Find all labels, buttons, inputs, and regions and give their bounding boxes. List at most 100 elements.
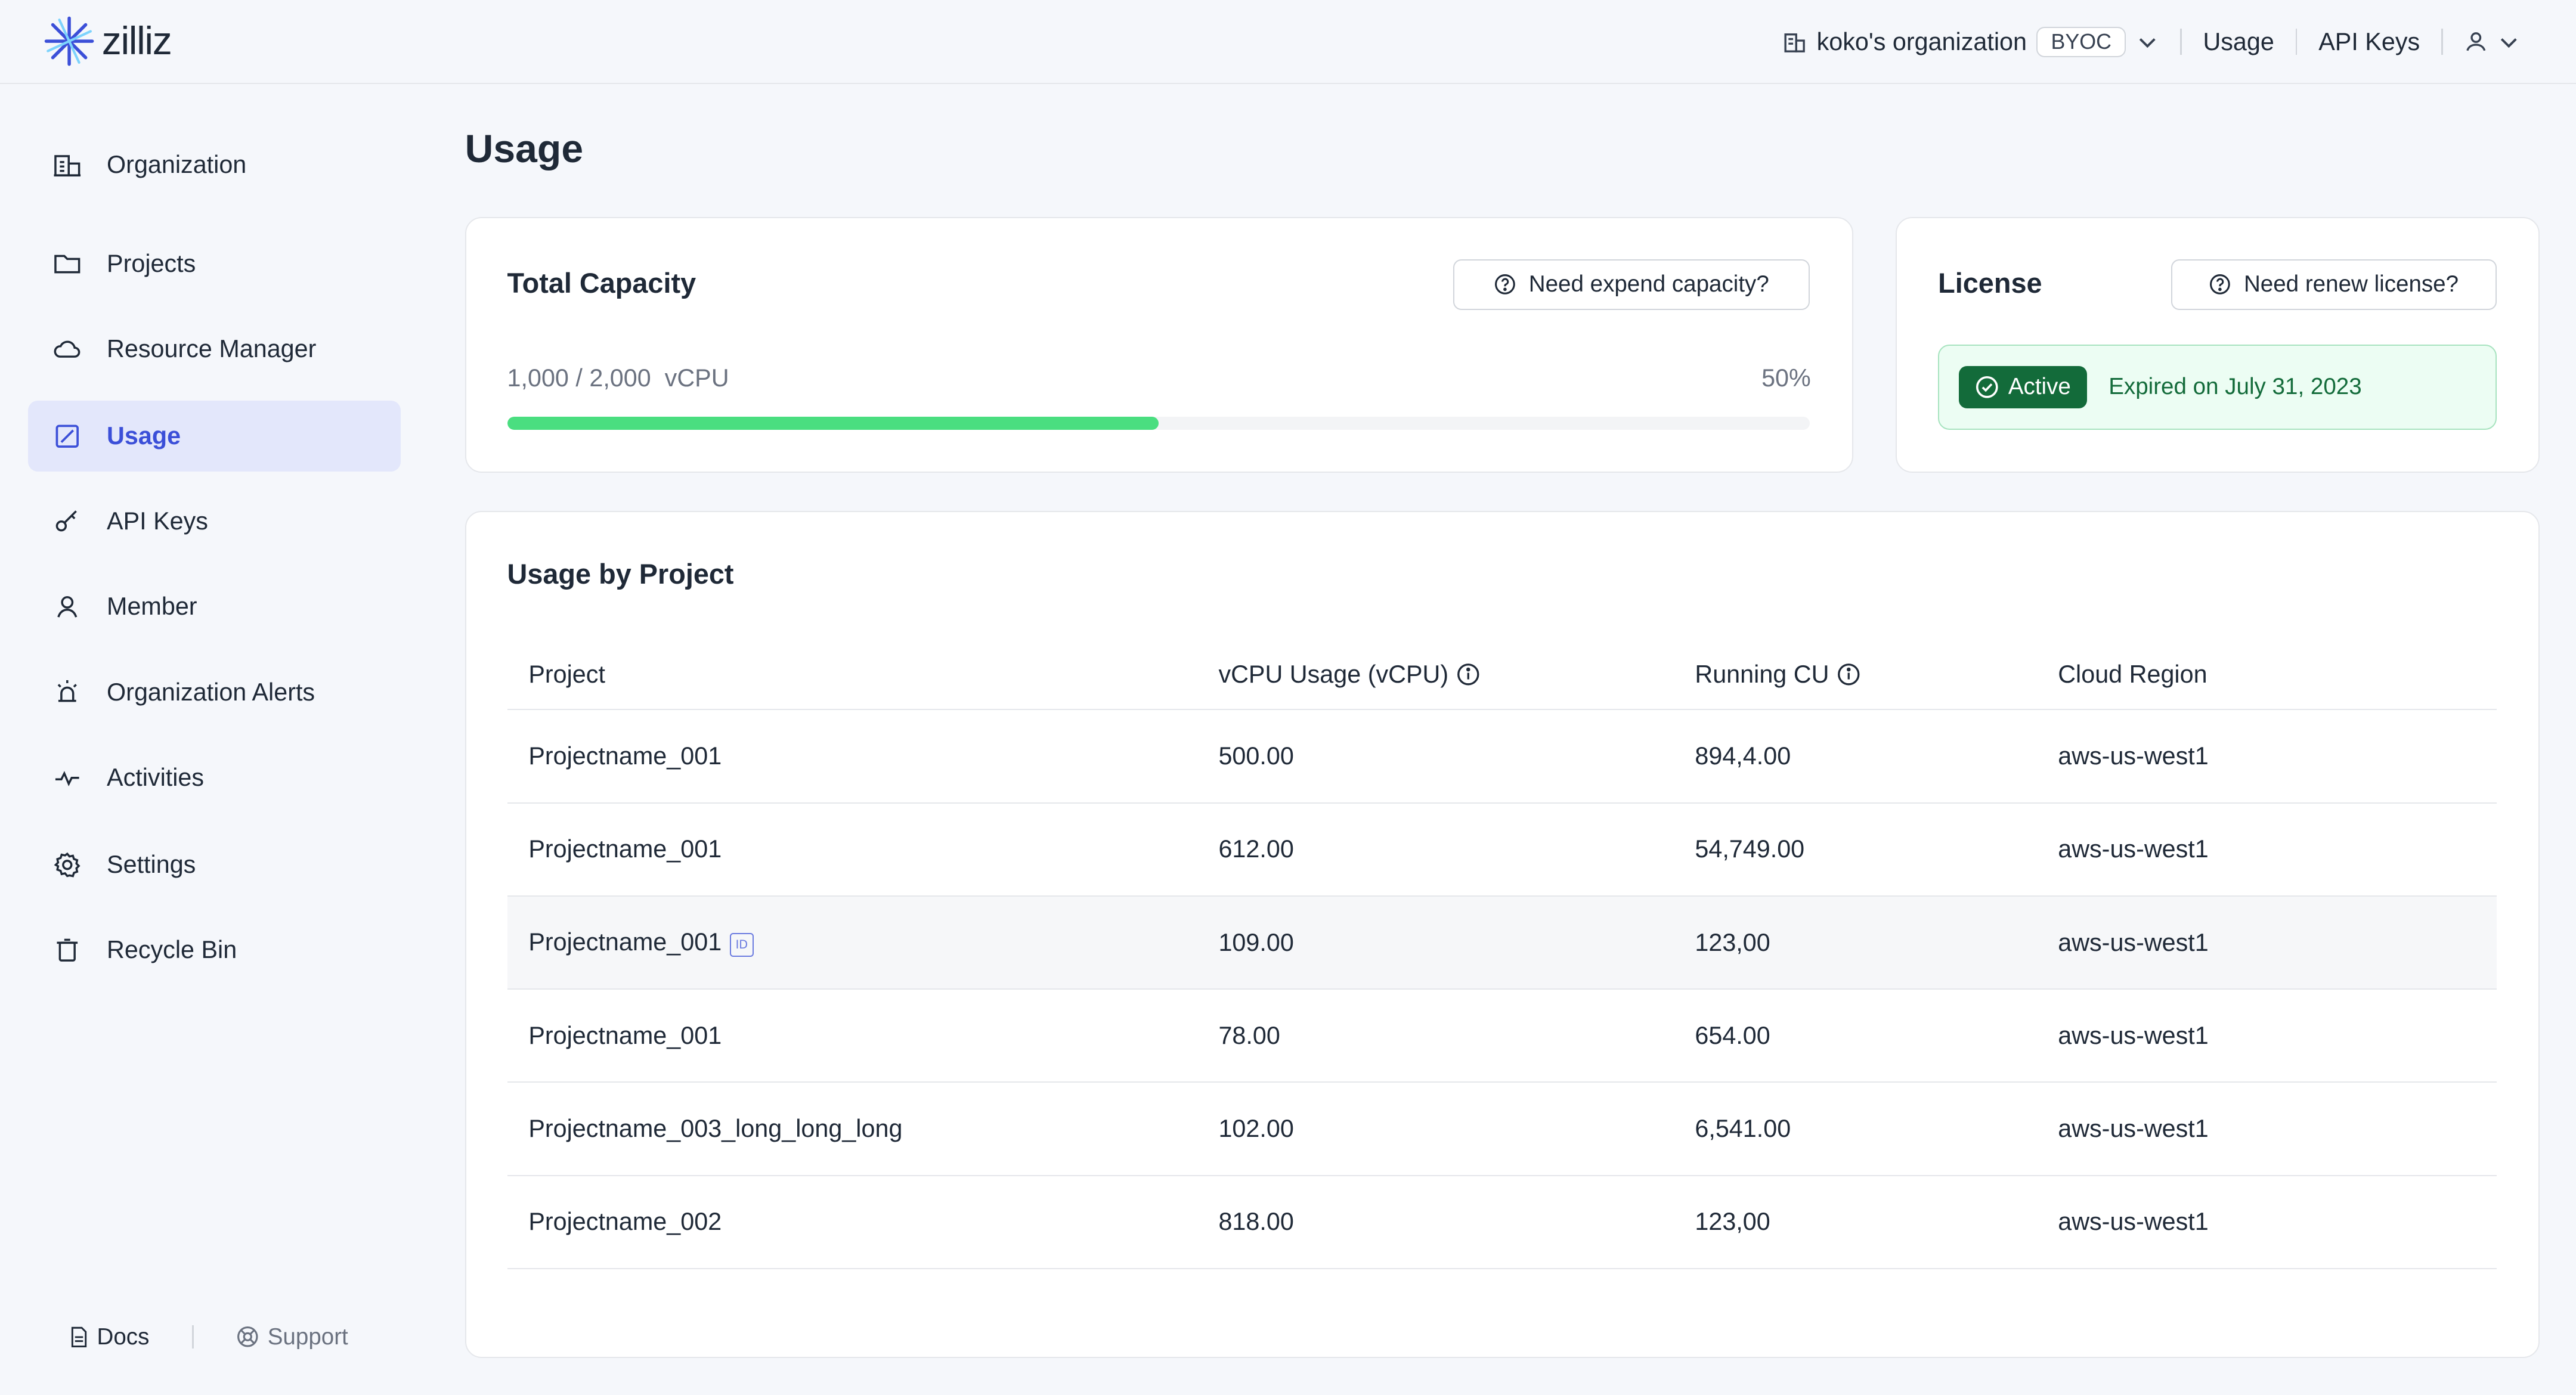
capacity-usage-text: 1,000 / 2,000 vCPU [507, 364, 729, 392]
org-switcher[interactable]: koko's organization BYOC [1782, 27, 2159, 57]
deployment-badge: BYOC [2036, 27, 2126, 57]
divider [192, 1325, 194, 1348]
capacity-title: Total Capacity [507, 268, 696, 299]
cell-running-cu: 123,00 [1673, 1175, 2037, 1269]
cell-running-cu: 654.00 [1673, 989, 2037, 1083]
docs-link[interactable]: Docs [69, 1323, 150, 1350]
column-header-vcpu[interactable]: vCPU Usage (vCPU) [1197, 640, 1674, 711]
question-icon [1494, 274, 1515, 295]
project-name: Projectname_001 [528, 928, 722, 956]
capacity-progress-fill [507, 417, 1159, 430]
sidebar-item-label: Usage [107, 421, 181, 450]
capacity-card: Total Capacity Need expend capacity? 1,0… [465, 216, 1853, 473]
logo[interactable]: zilliz [43, 15, 172, 67]
cell-running-cu: 123,00 [1673, 895, 2037, 990]
cell-region: aws-us-west1 [2036, 1082, 2497, 1176]
org-name: koko's organization [1816, 27, 2027, 55]
cell-region: aws-us-west1 [2036, 895, 2497, 990]
column-header-project[interactable]: Project [507, 640, 1197, 711]
license-title: License [1938, 268, 2042, 299]
divider [2179, 29, 2182, 55]
column-header-region[interactable]: Cloud Region [2036, 640, 2497, 711]
id-badge-icon[interactable]: ID [729, 933, 754, 957]
document-icon [71, 1326, 86, 1347]
cell-vcpu: 109.00 [1197, 895, 1674, 990]
sidebar-item-organization-alerts[interactable]: Organization Alerts [28, 657, 401, 727]
key-icon [55, 510, 78, 532]
sidebar-item-organization[interactable]: Organization [28, 130, 401, 200]
cell-region: aws-us-west1 [2036, 709, 2497, 804]
table-row[interactable]: Projectname_001 612.00 54,749.00 aws-us-… [507, 802, 2497, 897]
building-icon [54, 155, 81, 176]
status-label: Active [2008, 374, 2071, 400]
expand-capacity-label: Need expend capacity? [1528, 271, 1769, 297]
sidebar-item-usage[interactable]: Usage [27, 401, 401, 472]
sidebar-item-label: Organization [107, 151, 247, 179]
cell-region: aws-us-west1 [2036, 802, 2497, 897]
header-link-api-keys[interactable]: API Keys [2318, 28, 2420, 56]
sidebar-item-settings[interactable]: Settings [28, 829, 401, 900]
sidebar-item-member[interactable]: Member [28, 572, 401, 642]
sidebar-footer: Docs Support [69, 1324, 348, 1350]
cell-project: Projectname_001 [507, 802, 1197, 897]
sidebar-item-label: Settings [107, 850, 196, 878]
question-icon [2210, 274, 2230, 295]
renew-license-label: Need renew license? [2243, 271, 2459, 297]
zilliz-logo-icon [44, 16, 94, 66]
cell-vcpu: 612.00 [1197, 802, 1674, 897]
cell-vcpu: 102.00 [1197, 1082, 1674, 1176]
cell-vcpu: 500.00 [1197, 709, 1674, 804]
folder-icon [54, 255, 80, 274]
activity-icon [55, 770, 79, 786]
cell-region: aws-us-west1 [2036, 1175, 2497, 1269]
building-icon [1784, 33, 1805, 52]
sidebar-item-api-keys[interactable]: API Keys [28, 486, 401, 556]
check-circle-icon [1976, 376, 1998, 398]
top-header: zilliz koko's organization BYOC Usage AP… [0, 0, 2576, 84]
header-link-usage[interactable]: Usage [2203, 28, 2274, 56]
license-card: License Need renew license? Active Expir… [1896, 216, 2540, 473]
gear-icon [54, 852, 80, 878]
sidebar-item-label: Activities [107, 763, 205, 791]
user-icon [2466, 32, 2485, 51]
cell-running-cu: 54,749.00 [1673, 802, 2037, 897]
table-row[interactable]: Projectname_001 500.00 894,4.00 aws-us-w… [507, 709, 2497, 804]
cell-vcpu: 818.00 [1197, 1175, 1674, 1269]
sidebar-item-label: Resource Manager [107, 334, 317, 362]
cell-running-cu: 894,4.00 [1673, 709, 2037, 804]
user-menu[interactable] [2464, 30, 2521, 54]
table-row[interactable]: Projectname_003_long_long_long 102.00 6,… [507, 1082, 2497, 1176]
docs-label: Docs [97, 1323, 150, 1350]
expand-capacity-button[interactable]: Need expend capacity? [1453, 259, 1810, 310]
chevron-down-icon[interactable] [2136, 30, 2159, 54]
sidebar-item-label: Recycle Bin [107, 936, 237, 964]
table-header-row: Project vCPU Usage (vCPU) Running CU Clo… [507, 640, 2497, 711]
cell-project: Projectname_003_long_long_long [507, 1082, 1197, 1176]
column-header-running-cu[interactable]: Running CU [1673, 640, 2037, 711]
sidebar-item-projects[interactable]: Projects [28, 228, 401, 299]
trash-icon [57, 938, 78, 962]
usage-table: Project vCPU Usage (vCPU) Running CU Clo… [507, 640, 2497, 1269]
cell-vcpu: 78.00 [1197, 989, 1674, 1083]
table-row[interactable]: Projectname_002 818.00 123,00 aws-us-wes… [507, 1175, 2497, 1269]
table-row[interactable]: Projectname_001 78.00 654.00 aws-us-west… [507, 989, 2497, 1083]
usage-table-title: Usage by Project [507, 558, 734, 590]
table-row[interactable]: Projectname_001 ID 109.00 123,00 aws-us-w… [507, 895, 2497, 990]
divider [2441, 29, 2443, 55]
sidebar-item-label: API Keys [107, 507, 208, 535]
cell-running-cu: 6,541.00 [1673, 1082, 2037, 1176]
cell-project: Projectname_001 [507, 989, 1197, 1083]
sidebar-item-resource-manager[interactable]: Resource Manager [28, 314, 401, 384]
renew-license-button[interactable]: Need renew license? [2171, 259, 2497, 310]
license-status-box: Active Expired on July 31, 2023 [1938, 344, 2497, 430]
chevron-down-icon [2500, 38, 2517, 48]
sidebar-item-recycle-bin[interactable]: Recycle Bin [28, 915, 401, 985]
info-icon[interactable] [1457, 663, 1480, 686]
support-link[interactable]: Support [236, 1324, 348, 1350]
info-icon[interactable] [1837, 663, 1860, 686]
page-title: Usage [465, 127, 584, 172]
sidebar-item-activities[interactable]: Activities [28, 742, 401, 813]
cell-project: Projectname_001 ID [507, 895, 1197, 990]
divider [2295, 29, 2298, 55]
user-icon [57, 596, 78, 618]
